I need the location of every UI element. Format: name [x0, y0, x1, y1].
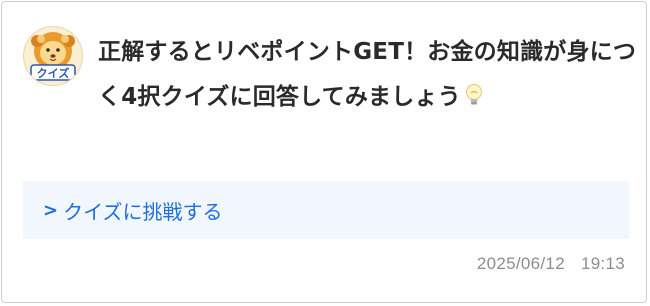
- message-body: 正解するとリベポイントGET！お金の知識が身につく4択クイズに回答してみましょう: [98, 39, 637, 110]
- avatar-label: クイズ: [37, 66, 70, 80]
- lion-mascot-icon: クイズ: [30, 32, 76, 81]
- timestamp: 2025/06/12 19:13: [477, 254, 625, 274]
- avatar[interactable]: クイズ: [23, 26, 83, 86]
- challenge-quiz-label: クイズに挑戦する: [63, 199, 223, 224]
- quiz-message-card: クイズ 正解するとリベポイントGET！お金の知識が身につく4択クイズに回答してみ…: [1, 1, 647, 303]
- message-text: 正解するとリベポイントGET！お金の知識が身につく4択クイズに回答してみましょう: [98, 30, 638, 123]
- post-date: 2025/06/12: [476, 254, 565, 273]
- chevron-right-icon: >: [43, 199, 59, 221]
- lightbulb-icon: [465, 78, 483, 123]
- challenge-quiz-link[interactable]: > クイズに挑戦する: [23, 181, 629, 239]
- post-time: 19:13: [580, 254, 625, 273]
